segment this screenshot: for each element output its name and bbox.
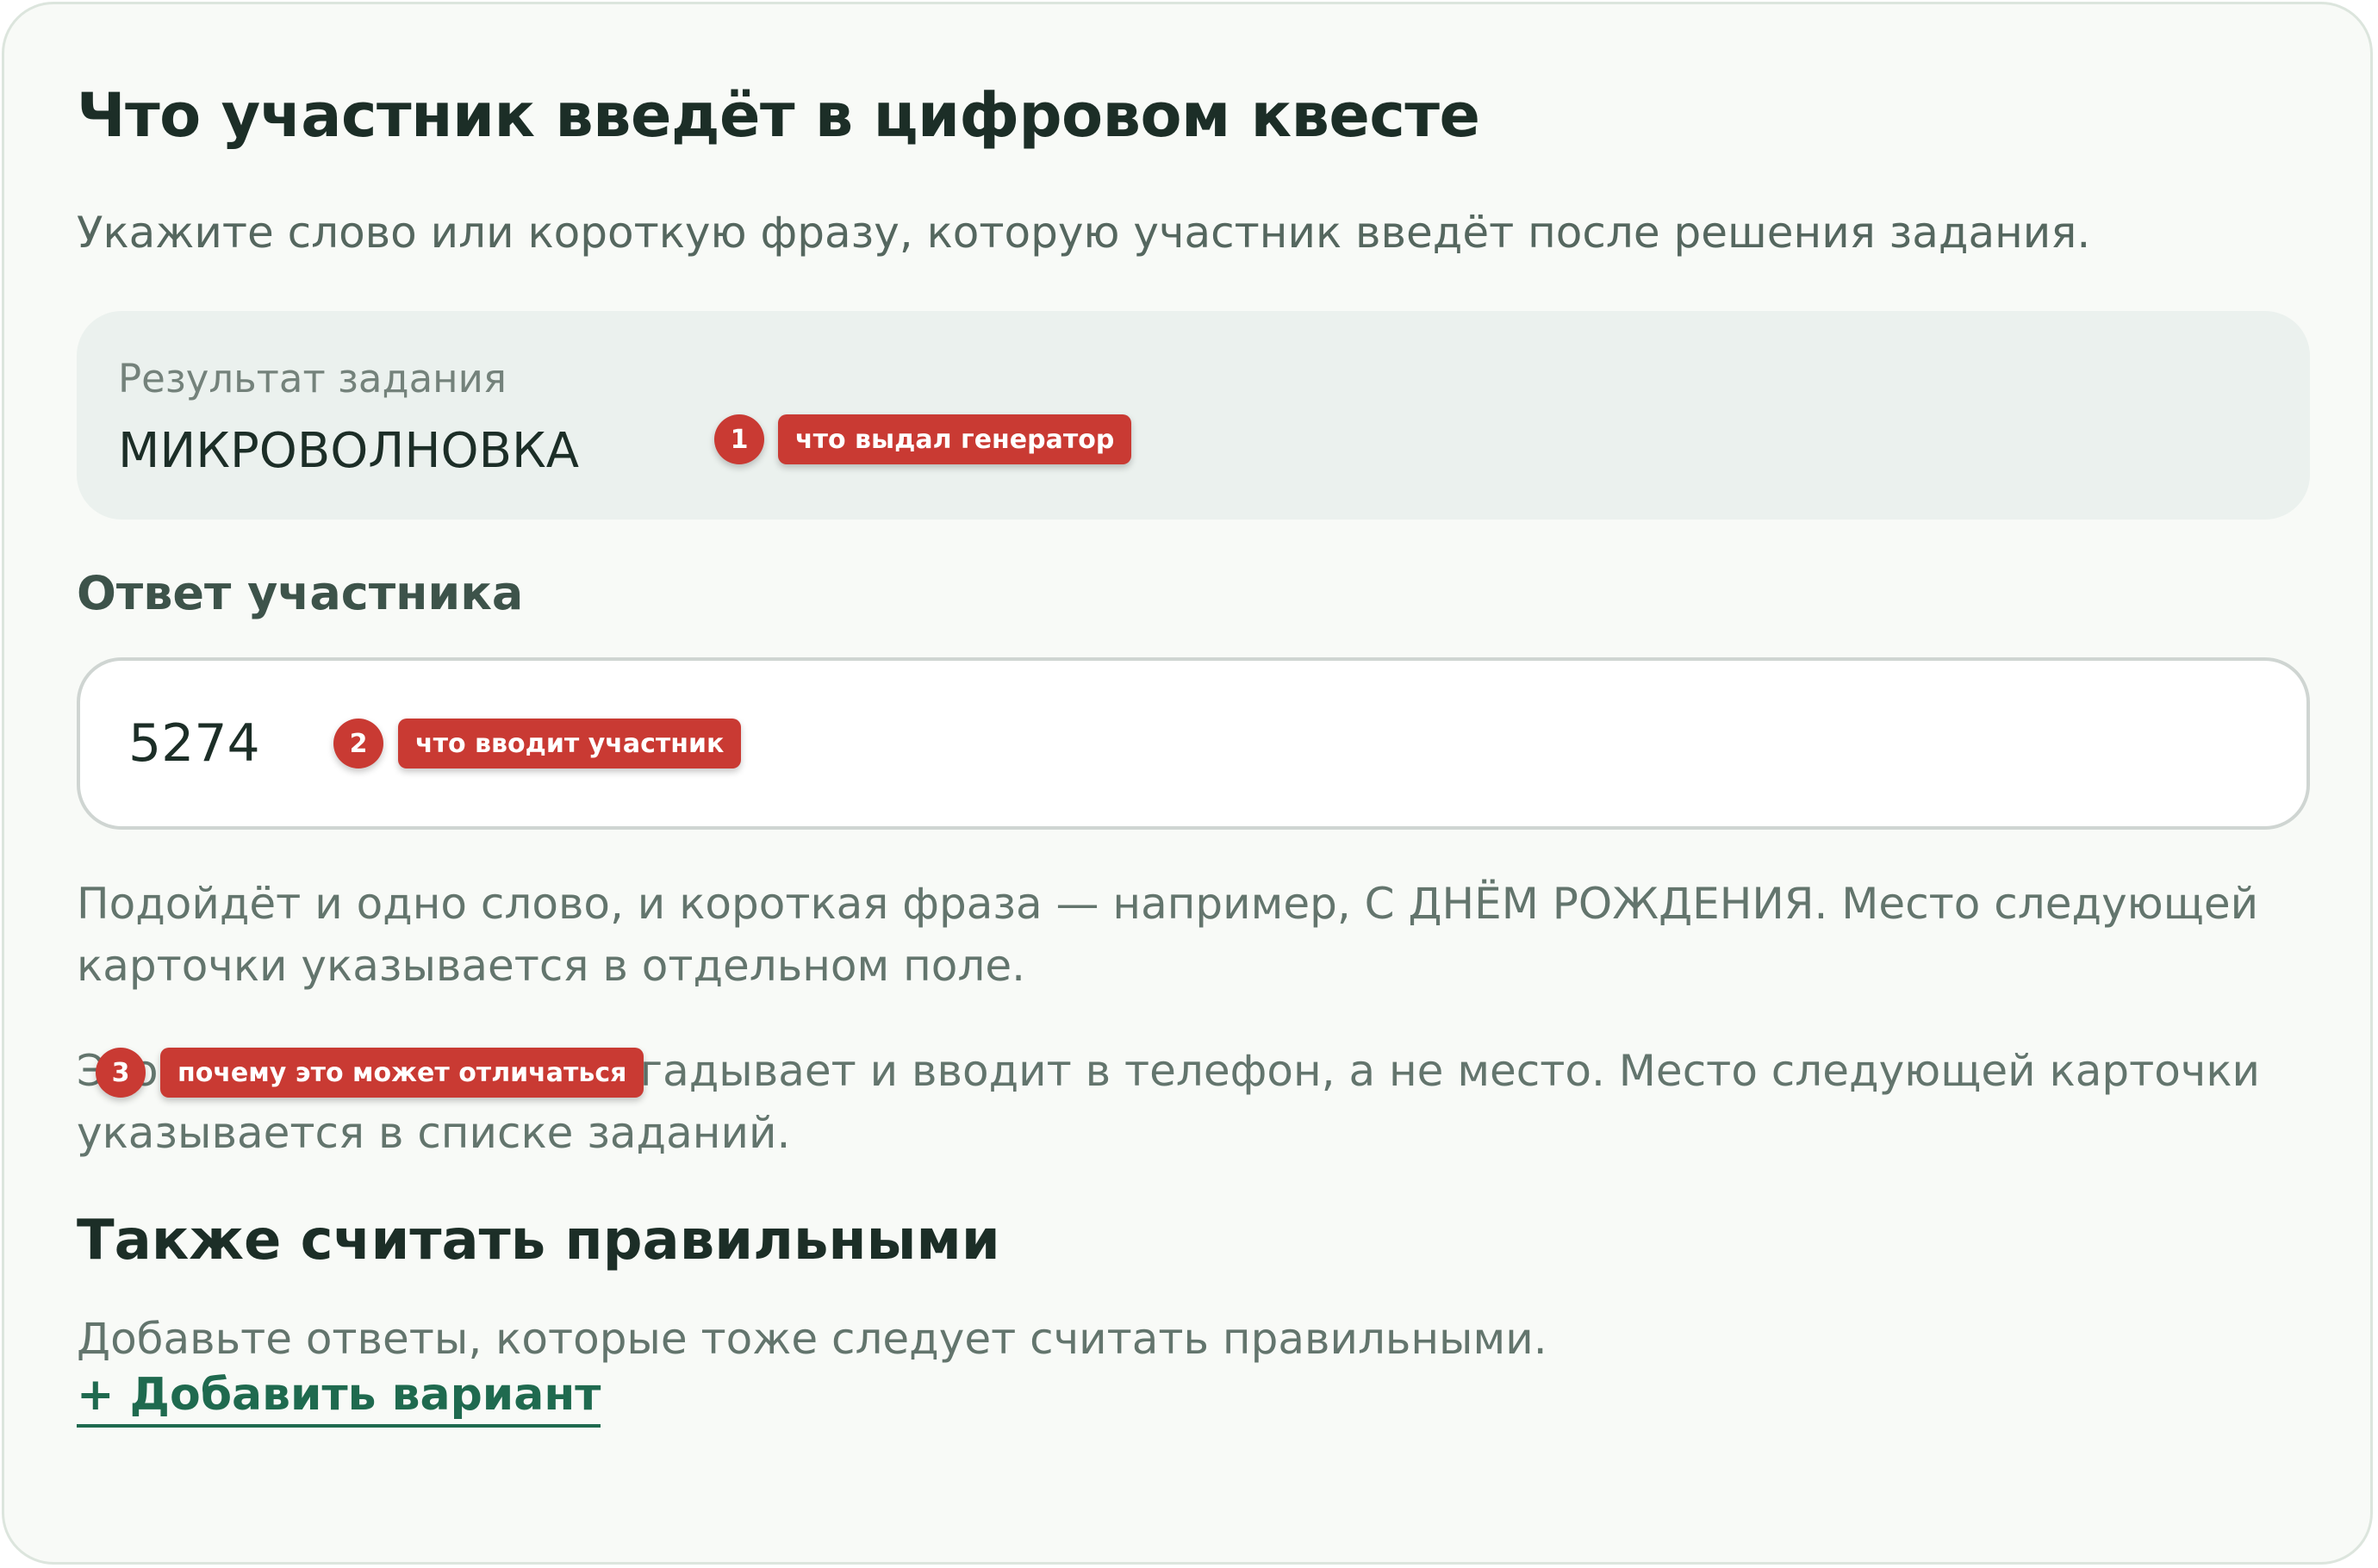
- task-result-value: МИКРОВОЛНОВКА: [118, 423, 580, 479]
- annotation-2-label: что вводит участник: [398, 719, 742, 768]
- page-subtitle: Укажите слово или короткую фразу, котору…: [77, 208, 2091, 258]
- alternatives-description: Добавьте ответы, которые тоже следует сч…: [77, 1314, 1547, 1364]
- page-title: Что участник введёт в цифровом квесте: [77, 80, 1480, 151]
- answer-hint-text: Подойдёт и одно слово, и короткая фраза …: [77, 879, 2259, 991]
- alternatives-title: Также считать правильными: [77, 1209, 1000, 1272]
- task-result-box: Результат задания МИКРОВОЛНОВКА: [77, 311, 2310, 520]
- add-variant-button[interactable]: + Добавить вариант: [77, 1369, 601, 1428]
- annotation-3-label: почему это может отличаться: [160, 1048, 644, 1098]
- annotation-1-badge: 1: [714, 414, 764, 464]
- participant-answer-label: Ответ участника: [77, 566, 524, 620]
- annotation-1-label: что выдал генератор: [778, 414, 1132, 464]
- answer-settings-card: Что участник введёт в цифровом квесте Ук…: [2, 2, 2373, 1565]
- task-result-label: Результат задания: [118, 356, 507, 401]
- annotation-2-badge: 2: [333, 719, 383, 768]
- annotation-3-badge: 3: [96, 1048, 146, 1098]
